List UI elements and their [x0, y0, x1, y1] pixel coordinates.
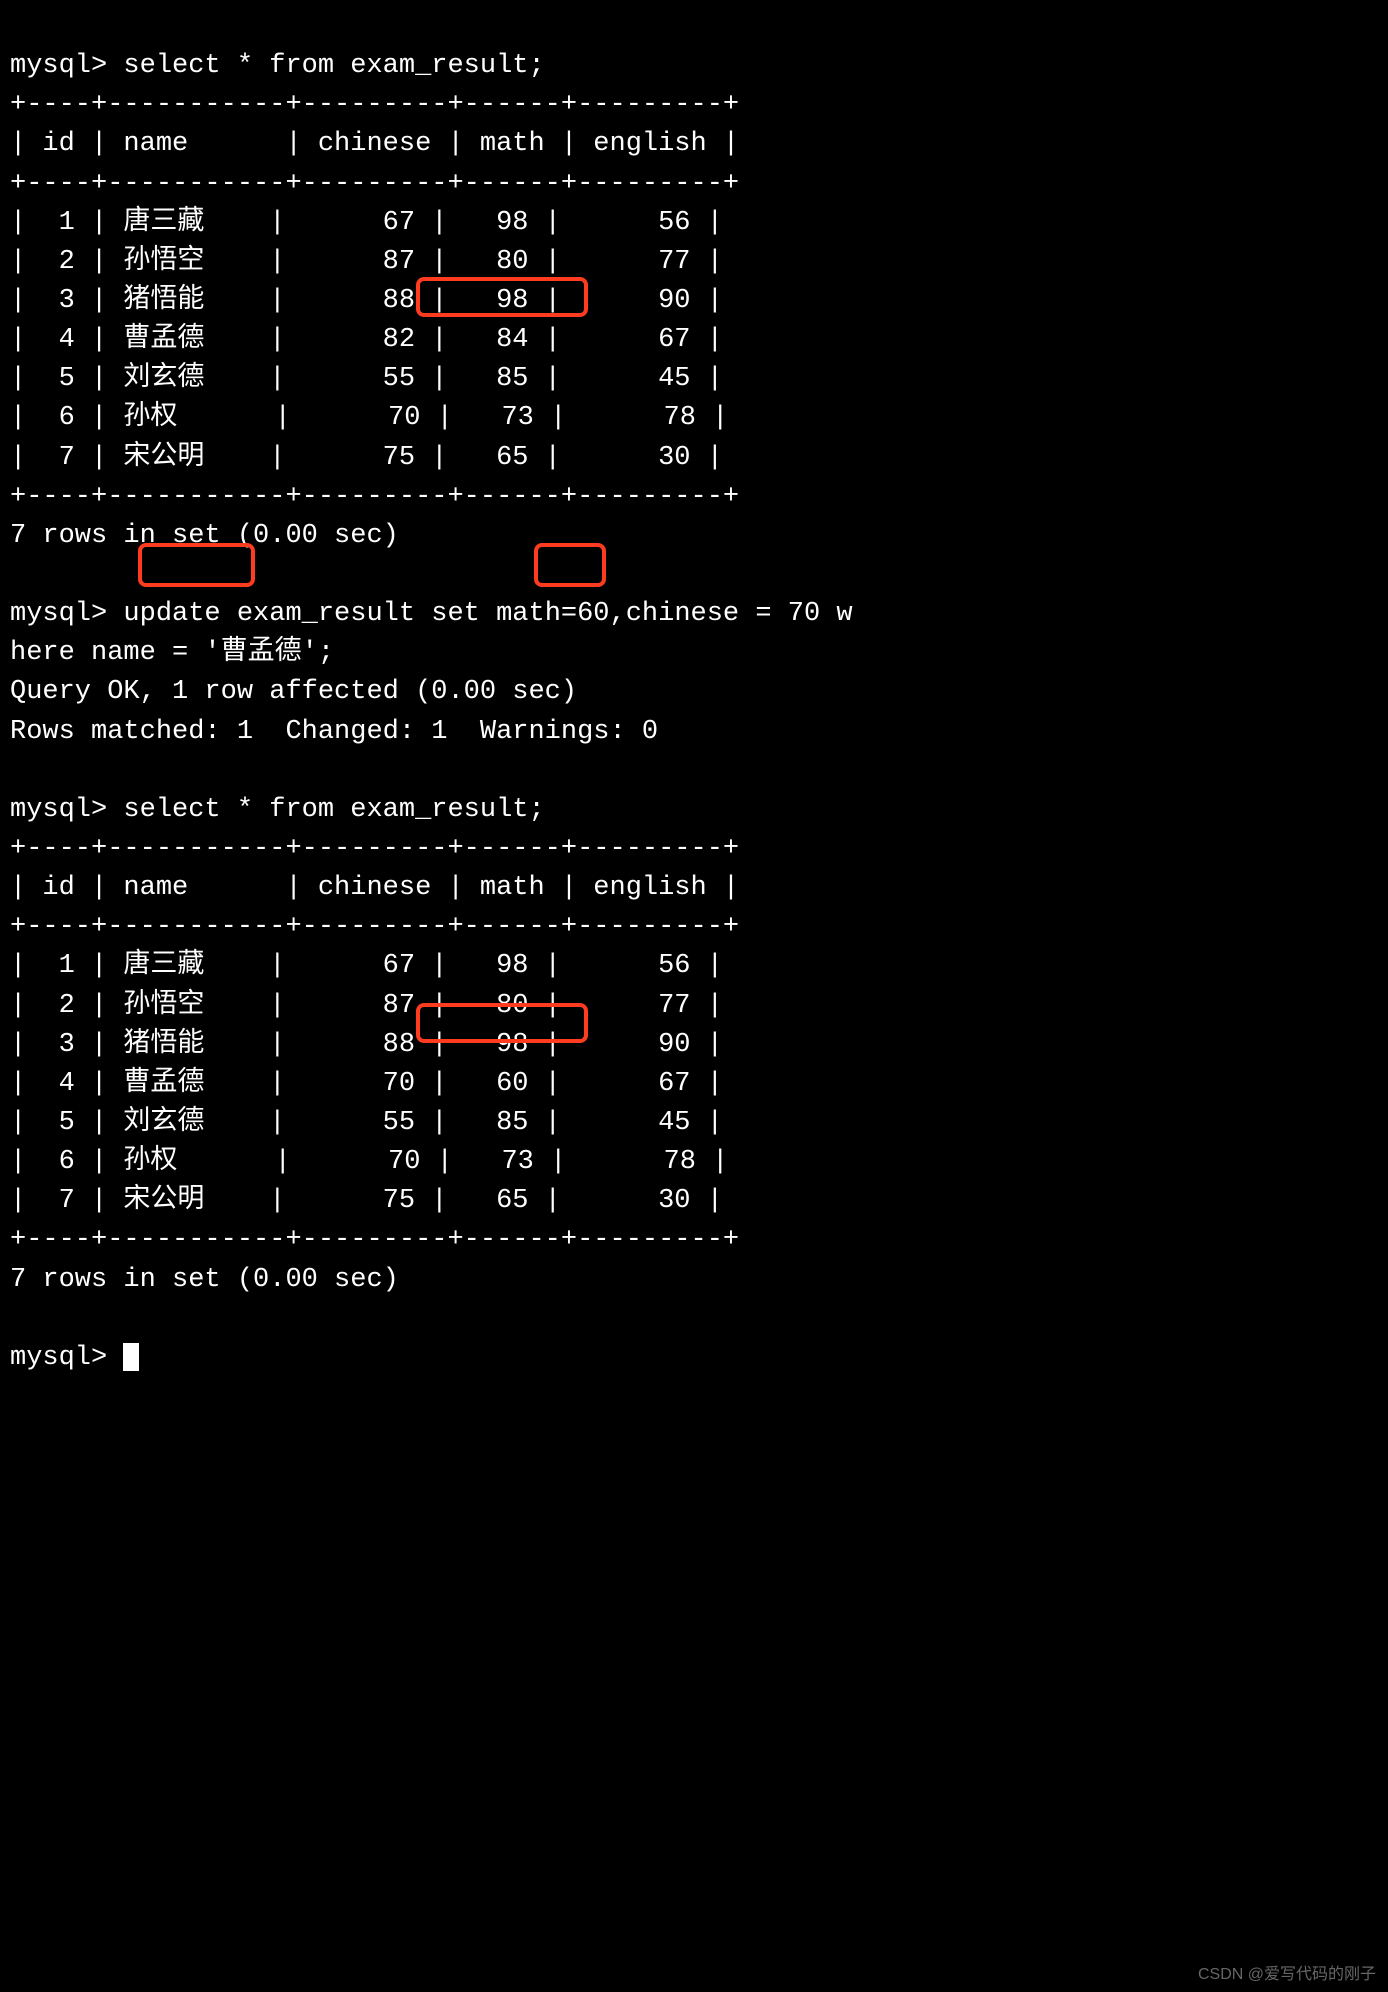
prompt-cursor[interactable]: mysql> [10, 1343, 139, 1373]
table-row: | 5 | 刘玄德 | 55 | 85 | 45 | [10, 364, 723, 394]
table-row: | 6 | 孙权 | 70 | 73 | 78 | [10, 403, 728, 433]
table-header: | id | name | chinese | math | english | [10, 129, 739, 159]
table-separator: +----+-----------+---------+------+-----… [10, 1225, 739, 1255]
table-row: | 3 | 猪悟能 | 88 | 98 | 90 | [10, 286, 723, 316]
table-row: | 7 | 宋公明 | 75 | 65 | 30 | [10, 1186, 723, 1216]
highlight-set-keyword: set [431, 599, 480, 629]
table-header: | id | name | chinese | math | english | [10, 873, 739, 903]
watermark: CSDN @爱写代码的刚子 [1198, 1963, 1376, 1986]
prompt: mysql> select * from exam_result; [10, 51, 545, 81]
cursor-icon [123, 1343, 139, 1371]
table-row: | 6 | 孙权 | 70 | 73 | 78 | [10, 1147, 728, 1177]
table-row: | 3 | 猪悟能 | 88 | 98 | 90 | [10, 1030, 723, 1060]
table-separator: +----+-----------+---------+------+-----… [10, 912, 739, 942]
table-row: | 7 | 宋公明 | 75 | 65 | 30 | [10, 443, 723, 473]
prompt: mysql> select * from exam_result; [10, 795, 545, 825]
table-separator: +----+-----------+---------+------+-----… [10, 482, 739, 512]
terminal-output: mysql> select * from exam_result; +----+… [0, 0, 1388, 1386]
table-row: | 2 | 孙悟空 | 87 | 80 | 77 | [10, 247, 723, 277]
update-statement: mysql> update exam_result set math=60,ch… [10, 599, 853, 629]
table-row: | 1 | 唐三藏 | 67 | 98 | 56 | [10, 951, 723, 981]
query-ok: Query OK, 1 row affected (0.00 sec) [10, 677, 577, 707]
table-row: | 5 | 刘玄德 | 55 | 85 | 45 | [10, 1108, 723, 1138]
table-row: | 4 | 曹孟德 | 82 | 84 | 67 | [10, 325, 723, 355]
table-separator: +----+-----------+---------+------+-----… [10, 169, 739, 199]
table-separator: +----+-----------+---------+------+-----… [10, 90, 739, 120]
rows-in-set: 7 rows in set (0.00 sec) [10, 521, 399, 551]
rows-in-set: 7 rows in set (0.00 sec) [10, 1265, 399, 1295]
table-row: | 2 | 孙悟空 | 87 | 80 | 77 | [10, 991, 723, 1021]
table-row: | 4 | 曹孟德 | 70 | 60 | 67 | [10, 1069, 723, 1099]
update-statement-line2: here name = '曹孟德'; [10, 638, 334, 668]
rows-matched: Rows matched: 1 Changed: 1 Warnings: 0 [10, 717, 658, 747]
table-row: | 1 | 唐三藏 | 67 | 98 | 56 | [10, 208, 723, 238]
highlight-update-keyword: update [123, 599, 220, 629]
table-separator: +----+-----------+---------+------+-----… [10, 834, 739, 864]
